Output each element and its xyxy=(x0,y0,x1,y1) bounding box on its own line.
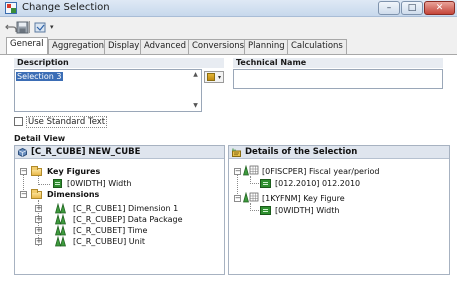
tab-display[interactable]: Display xyxy=(104,39,144,54)
selection-details-panel[interactable]: Details of the Selection − [0FISCPER] Fi… xyxy=(228,145,450,275)
scroll-up-icon[interactable]: ▲ xyxy=(191,71,200,79)
technical-name-field[interactable] xyxy=(233,69,443,89)
tab-planning[interactable]: Planning xyxy=(244,39,289,54)
language-flag-icon xyxy=(207,73,215,81)
collapse-icon[interactable]: − xyxy=(20,168,27,175)
tab-advanced[interactable]: Advanced xyxy=(140,39,190,54)
folder-icon xyxy=(31,166,42,176)
tab-general[interactable]: General xyxy=(6,37,48,54)
selection-details-title: Details of the Selection xyxy=(245,147,358,157)
expand-icon[interactable]: + xyxy=(35,227,42,234)
key-figure-icon xyxy=(53,179,62,188)
detail-view-heading: Detail View xyxy=(14,134,66,143)
use-standard-text-checkbox[interactable] xyxy=(14,117,23,126)
toolbar-separator xyxy=(29,21,30,33)
maximize-button[interactable]: □ xyxy=(401,1,423,15)
collapse-icon[interactable]: − xyxy=(20,191,27,198)
toolbar: ▾ xyxy=(0,17,457,37)
dimension-icon xyxy=(55,203,66,214)
close-button[interactable]: ✕ xyxy=(424,1,455,15)
expand-icon[interactable]: + xyxy=(35,216,42,223)
tab-aggregation[interactable]: Aggregation xyxy=(48,39,109,54)
chevron-down-icon: ▾ xyxy=(218,74,222,81)
save-icon[interactable] xyxy=(16,21,29,34)
cube-tree-title: [C_R_CUBE] NEW_CUBE xyxy=(31,147,141,157)
tab-calculations[interactable]: Calculations xyxy=(287,39,347,54)
value-icon xyxy=(260,179,271,188)
tab-strip: General Aggregation Display Advanced Con… xyxy=(0,37,457,54)
folder-icon xyxy=(31,189,42,199)
use-standard-text-label[interactable]: Use Standard Text xyxy=(26,116,108,128)
tab-conversions[interactable]: Conversions xyxy=(188,39,249,54)
description-label: Description xyxy=(14,58,224,68)
dropdown-menu-icon[interactable] xyxy=(34,21,47,34)
dimension-icon xyxy=(55,214,66,225)
dimension-icon xyxy=(55,236,66,247)
dimension-icon xyxy=(55,225,66,236)
expand-icon[interactable]: + xyxy=(35,205,42,212)
technical-name-label: Technical Name xyxy=(233,58,443,68)
collapse-icon[interactable]: − xyxy=(234,168,241,175)
description-value: Selection 3 xyxy=(16,72,63,81)
scroll-down-icon[interactable]: ▼ xyxy=(191,102,200,110)
language-button[interactable]: ▾ xyxy=(204,71,224,83)
characteristic-icon xyxy=(243,165,259,176)
window-title: Change Selection xyxy=(22,2,110,13)
title-bar: Change Selection – □ ✕ xyxy=(0,0,457,17)
minimize-button[interactable]: – xyxy=(378,1,400,15)
expand-icon[interactable]: + xyxy=(35,238,42,245)
cube-tree-panel[interactable]: [C_R_CUBE] NEW_CUBE − Key Figures [0WIDT… xyxy=(14,145,225,275)
cube-tree-header: [C_R_CUBE] NEW_CUBE xyxy=(15,146,224,159)
app-icon xyxy=(5,2,17,14)
characteristic-icon xyxy=(243,192,259,203)
description-textarea[interactable]: Selection 3 ▲ ▼ xyxy=(14,69,202,112)
value-icon xyxy=(260,206,271,215)
collapse-icon[interactable]: − xyxy=(234,195,241,202)
selection-details-header: Details of the Selection xyxy=(229,146,449,159)
chevron-down-icon[interactable]: ▾ xyxy=(50,23,54,31)
selection-details-icon xyxy=(232,148,241,157)
cube-icon xyxy=(18,148,27,157)
